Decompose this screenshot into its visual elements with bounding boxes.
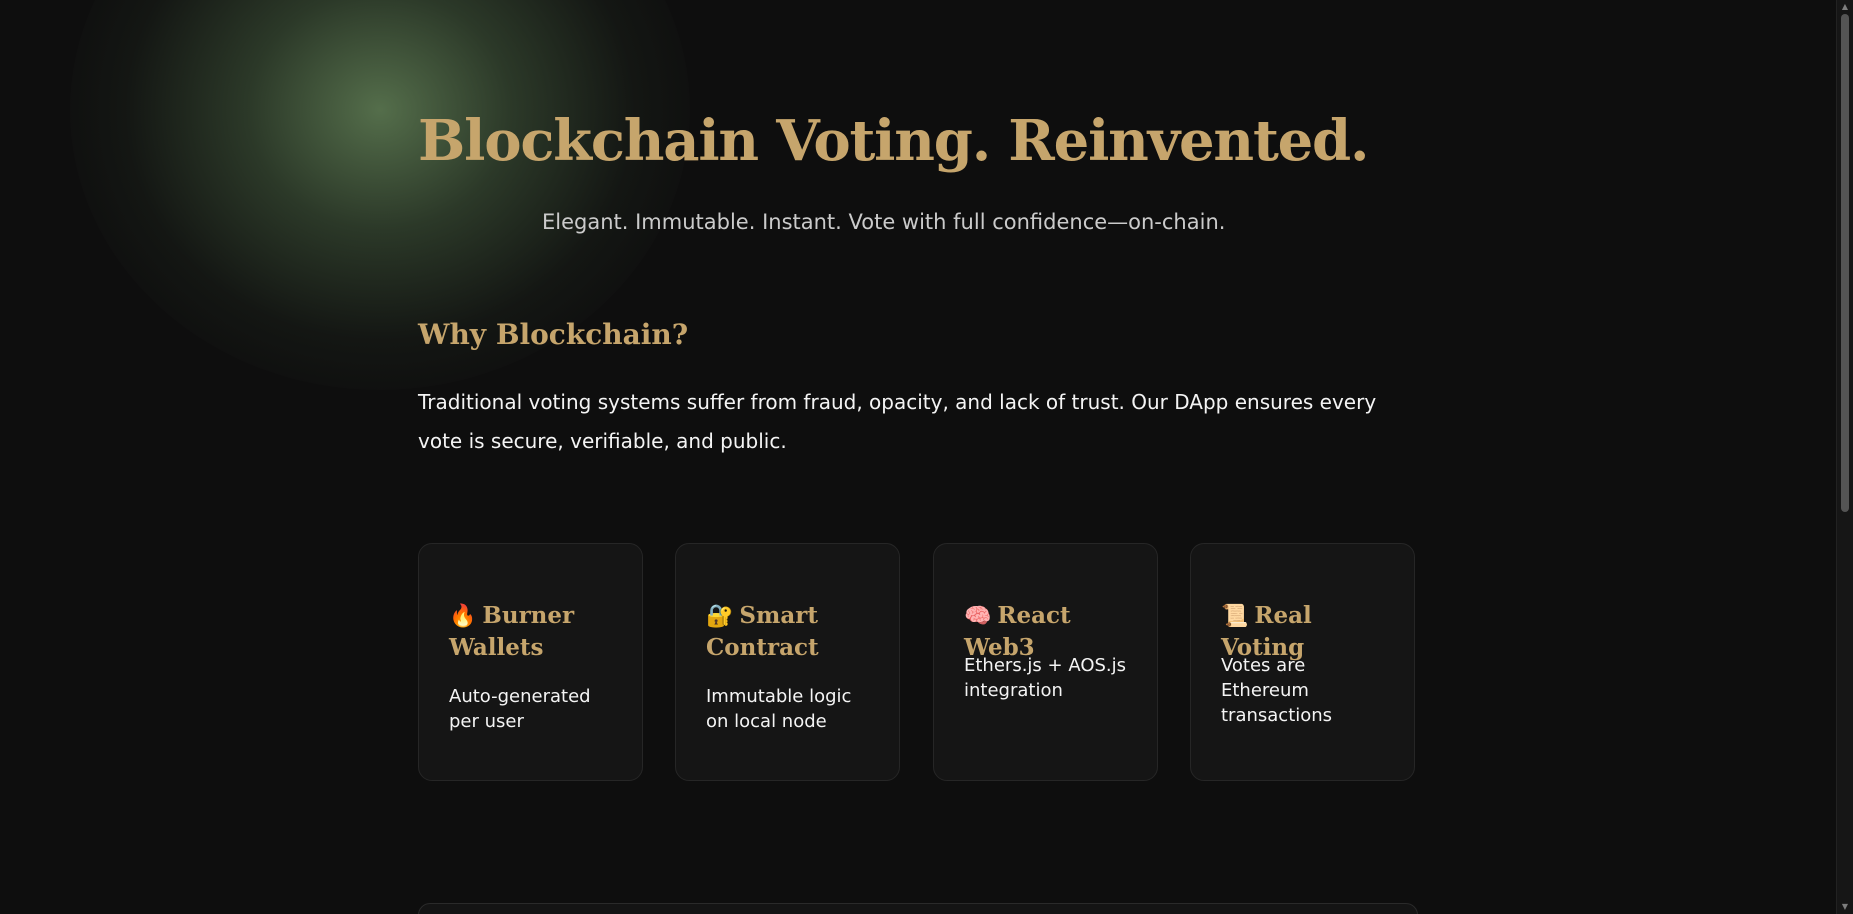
- scrollbar-thumb[interactable]: [1841, 14, 1849, 512]
- feature-card-real-voting: 📜 Real Voting Votes are Ethereum transact…: [1190, 543, 1415, 781]
- scroll-down-arrow-icon[interactable]: ▼: [1837, 900, 1853, 914]
- card-title: 🔐 Smart Contract: [706, 600, 882, 663]
- scroll-up-arrow-icon[interactable]: ▲: [1837, 0, 1853, 14]
- card-description: Immutable logic on local node: [706, 686, 852, 732]
- feature-card-react-web3: 🧠 React Web3 Ethers.js + AOS.js integrati…: [933, 543, 1158, 781]
- brain-icon: 🧠: [964, 604, 992, 629]
- card-description: Ethers.js + AOS.js integration: [964, 655, 1127, 701]
- feature-card-burner-wallets: 🔥 Burner Wallets Auto-generated per user: [418, 543, 643, 781]
- hero-title: Blockchain Voting. Reinvented.: [418, 108, 1369, 174]
- hero-subtitle: Elegant. Immutable. Instant. Vote with f…: [542, 210, 1226, 234]
- card-title: 🔥 Burner Wallets: [449, 600, 625, 663]
- locked-with-key-icon: 🔐: [706, 604, 734, 629]
- card-description: Votes are Ethereum transactions: [1221, 655, 1333, 726]
- card-description: Auto-generated per user: [449, 686, 591, 732]
- fire-icon: 🔥: [449, 604, 477, 629]
- why-blockchain-heading: Why Blockchain?: [418, 318, 689, 351]
- why-blockchain-text: Traditional voting systems suffer from f…: [418, 390, 1377, 453]
- feature-card-smart-contract: 🔐 Smart Contract Immutable logic on local…: [675, 543, 900, 781]
- scroll-icon: 📜: [1221, 604, 1249, 629]
- feature-cards: 🔥 Burner Wallets Auto-generated per user …: [418, 543, 1418, 783]
- vertical-scrollbar[interactable]: ▲ ▼: [1836, 0, 1853, 914]
- next-section-panel: [418, 903, 1418, 914]
